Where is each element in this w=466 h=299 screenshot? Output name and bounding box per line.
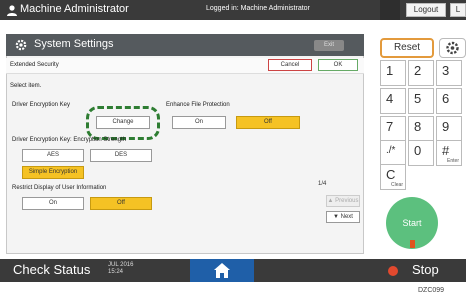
key-sublabel: Clear [391,182,403,188]
ok-button[interactable]: OK [318,59,358,71]
simple-encryption-button[interactable]: Simple Encryption [22,166,84,179]
logout-button[interactable]: Logout [406,3,446,17]
gear-icon [446,41,459,55]
user-label: Machine Administrator [20,3,129,15]
section-title: Extended Security [10,62,59,68]
key-1[interactable]: 1 [380,60,406,86]
setting-label-restrict-display: Restrict Display of User Information [12,185,107,191]
restrict-display-on-button[interactable]: On [22,197,84,210]
key-label: ./* [386,145,396,156]
home-button[interactable] [190,259,254,282]
setting-label-driver-encryption-key: Driver Encryption Key [12,102,71,108]
focus-highlight [86,106,160,140]
stop-label: Stop [412,262,439,277]
key-label: 5 [414,91,422,106]
key-3[interactable]: 3 [436,60,462,86]
key-label: 7 [386,119,394,134]
key-4[interactable]: 4 [380,88,406,114]
key-dot-star[interactable]: ./* [380,140,406,166]
key-label: 4 [386,91,394,106]
key-enter[interactable]: # Enter [436,140,462,166]
setting-label-encryption-strength: Driver Encryption Key: Encryption Streng… [12,137,127,143]
user-icon [7,5,17,16]
key-9[interactable]: 9 [436,116,462,142]
restrict-display-off-button[interactable]: Off [90,197,152,210]
cancel-button[interactable]: Cancel [268,59,312,71]
time-text: 15:24 [108,269,124,275]
next-page-button[interactable]: ▼ Next [326,211,360,223]
start-indicator [410,240,415,248]
home-icon [214,263,230,278]
key-label: 8 [414,119,422,134]
login-status: Logged in: Machine Administrator [206,5,310,12]
key-label: 0 [414,143,422,158]
stop-icon [388,266,398,276]
key-label: 2 [414,63,422,78]
date-text: JUL 2016 [108,262,134,268]
reset-button[interactable]: Reset [380,38,434,58]
key-label: 1 [386,63,394,78]
aes-button[interactable]: AES [22,149,84,162]
key-label: 6 [442,91,450,106]
key-2[interactable]: 2 [408,60,434,86]
key-0[interactable]: 0 [408,140,434,166]
page-title: System Settings [34,38,114,50]
key-7[interactable]: 7 [380,116,406,142]
gear-icon [15,39,27,51]
instruction-text: Select item. [10,83,42,89]
key-label: C [386,167,396,182]
file-protection-off-button[interactable]: Off [236,116,300,129]
key-6[interactable]: 6 [436,88,462,114]
key-5[interactable]: 5 [408,88,434,114]
top-divider [380,0,400,20]
setting-label-enhance-file-protection: Enhance File Protection [166,102,230,108]
key-clear[interactable]: C Clear [380,164,406,190]
settings-button[interactable] [439,38,466,58]
date-time: JUL 2016 15:24 [108,262,133,276]
key-label: # [442,143,450,158]
key-label: 9 [442,119,450,134]
keyboard-button[interactable]: L [450,3,466,17]
exit-button[interactable]: Exit [314,40,344,51]
key-label: 3 [442,63,450,78]
key-8[interactable]: 8 [408,116,434,142]
previous-page-button[interactable]: ▲ Previous [326,195,360,207]
figure-code: DZC099 [418,287,445,294]
des-button[interactable]: DES [90,149,152,162]
check-status-button[interactable]: Check Status [13,262,90,277]
page-indicator: 1/4 [318,181,327,187]
key-sublabel: Enter [447,158,459,164]
file-protection-on-button[interactable]: On [172,116,226,129]
